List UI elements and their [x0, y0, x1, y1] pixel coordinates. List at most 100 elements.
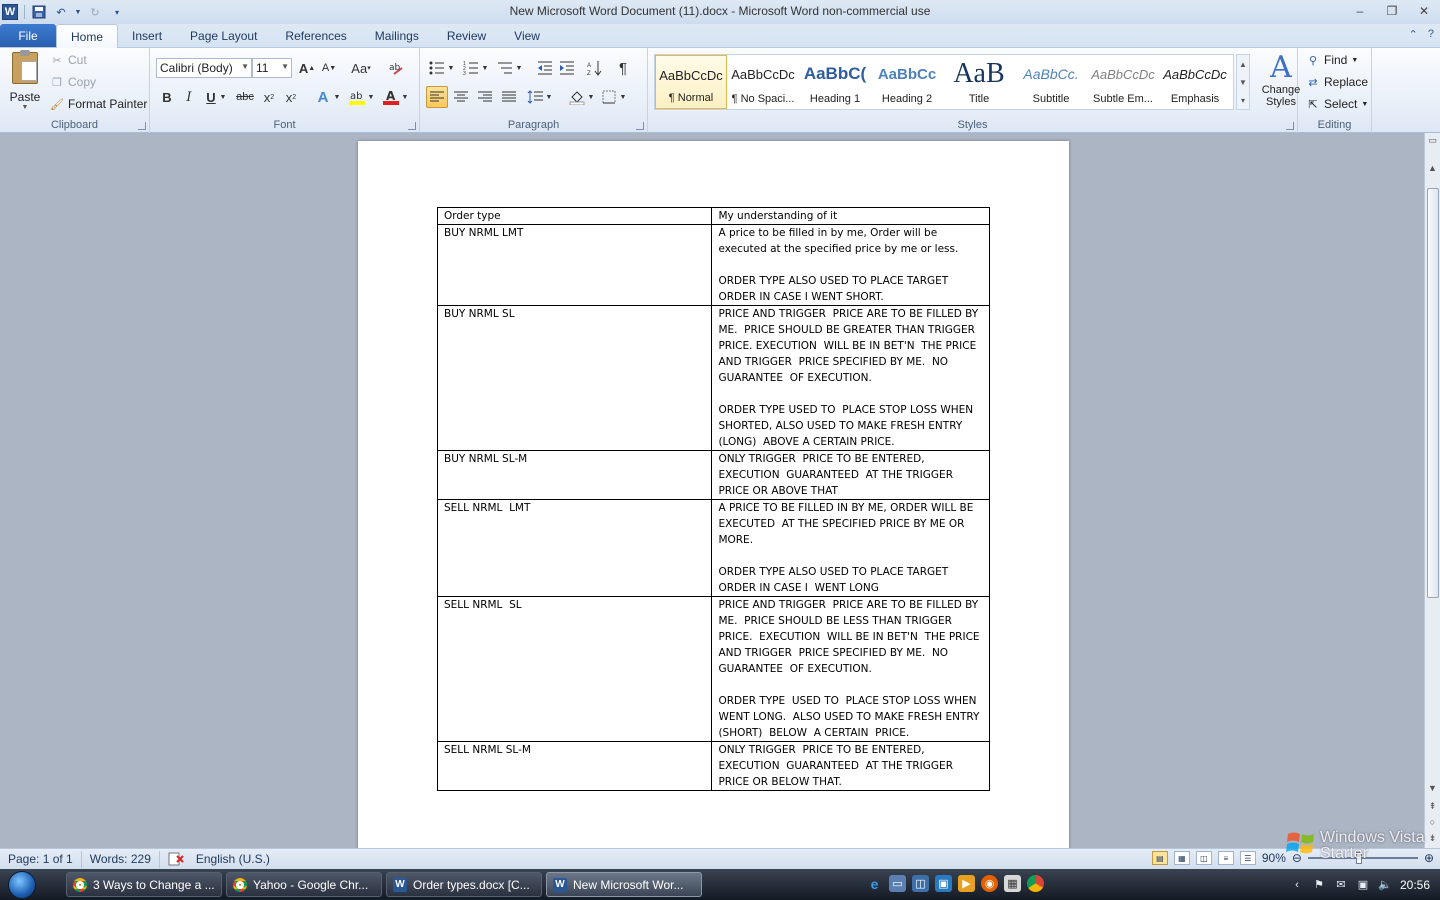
minimize-button[interactable]: ‒ [1344, 0, 1376, 22]
order-types-table[interactable]: Order type My understanding of it BUY NR… [436, 207, 990, 791]
redo-icon[interactable]: ↻ [87, 4, 103, 20]
superscript-icon[interactable]: x2 [280, 86, 302, 108]
line-spacing-dropdown-icon[interactable]: ▼ [544, 86, 554, 108]
customize-qat-icon[interactable]: ▾ [109, 4, 125, 20]
language-indicator[interactable]: English (U.S.) [188, 851, 278, 868]
paragraph-launcher-icon[interactable] [636, 122, 644, 130]
show-formatting-icon[interactable]: ¶ [612, 57, 634, 79]
replace-button[interactable]: ⇄ Replace [1306, 72, 1368, 92]
next-page-icon[interactable]: ⇟ [1426, 833, 1439, 844]
word-app-icon[interactable]: W [2, 4, 18, 20]
style-title[interactable]: AaB Title [943, 55, 1015, 109]
show-desktop-icon[interactable]: ▭ [889, 875, 906, 892]
draft-icon[interactable]: ☰ [1239, 851, 1256, 865]
taskbar-button-word-1[interactable]: W Order types.docx [C... [386, 872, 542, 897]
numbering-icon[interactable]: 123 [460, 57, 482, 79]
style-emphasis[interactable]: AaBbCcDc Emphasis [1159, 55, 1231, 109]
style-heading-1[interactable]: AaBbC( Heading 1 [799, 55, 871, 109]
chevron-down-icon[interactable]: ▼ [1239, 78, 1247, 87]
scroll-down-icon[interactable]: ▼ [1426, 783, 1439, 793]
table-cell[interactable]: A price to be filled in by me, Order wil… [711, 224, 990, 306]
find-button[interactable]: ⚲ Find ▼ [1306, 50, 1358, 70]
taskbar-button-chrome-2[interactable]: Yahoo - Google Chr... [226, 872, 382, 897]
word-count[interactable]: Words: 229 [82, 850, 160, 868]
increase-indent-icon[interactable] [556, 57, 578, 79]
multilevel-dropdown-icon[interactable]: ▼ [514, 57, 524, 79]
table-cell[interactable]: SELL NRML SL-M [436, 741, 713, 791]
bullets-icon[interactable] [426, 57, 448, 79]
zoom-out-icon[interactable]: ⊖ [1292, 851, 1302, 865]
tab-file[interactable]: File [0, 24, 56, 47]
scroll-up-icon[interactable]: ▲ [1426, 163, 1439, 173]
styles-gallery-scroll[interactable]: ▲ ▼ ▾ [1236, 54, 1250, 110]
justify-icon[interactable] [498, 86, 520, 108]
select-button[interactable]: ⇱ Select ▼ [1306, 94, 1368, 114]
table-cell[interactable]: SELL NRML SL [436, 596, 713, 742]
shrink-font-icon[interactable]: A ▼ [318, 57, 340, 79]
cut-button[interactable]: ✂ Cut [50, 50, 86, 70]
table-cell[interactable]: BUY NRML LMT [436, 224, 713, 306]
paste-button[interactable]: Paste ▼ [6, 50, 44, 114]
vertical-scrollbar[interactable]: ▭ ▲ ▼ ⇞ ○ ⇟ [1424, 133, 1440, 848]
highlight-dropdown-icon[interactable]: ▼ [366, 86, 376, 108]
network-icon[interactable]: ▣ [1356, 878, 1370, 892]
scrollbar-thumb[interactable] [1427, 188, 1439, 598]
ruler-toggle-icon[interactable]: ▭ [1426, 135, 1439, 163]
tab-mailings[interactable]: Mailings [361, 24, 433, 47]
align-right-icon[interactable] [474, 86, 496, 108]
format-painter-button[interactable]: 🖌 Format Painter [50, 94, 147, 114]
style-normal[interactable]: AaBbCcDc ¶ Normal [655, 55, 727, 109]
table-cell[interactable]: SELL NRML LMT [436, 499, 713, 597]
web-layout-icon[interactable]: ◫ [1195, 851, 1212, 865]
start-button[interactable] [0, 869, 44, 900]
previous-page-icon[interactable]: ⇞ [1426, 801, 1439, 812]
font-color-icon[interactable]: A [380, 86, 402, 108]
restore-button[interactable]: ❐ [1376, 0, 1408, 22]
page-count[interactable]: Page: 1 of 1 [0, 850, 82, 868]
document-workspace[interactable]: Order type My understanding of it BUY NR… [0, 133, 1424, 848]
sort-icon[interactable]: AZ [584, 57, 606, 79]
highlight-icon[interactable]: ab [346, 86, 368, 108]
align-left-icon[interactable] [426, 86, 448, 108]
close-button[interactable]: ✕ [1408, 0, 1440, 22]
styles-launcher-icon[interactable] [1286, 122, 1294, 130]
taskbar-button-chrome-1[interactable]: 3 Ways to Change a ... [66, 872, 222, 897]
calculator-icon[interactable]: ▦ [1004, 875, 1021, 892]
document-page[interactable]: Order type My understanding of it BUY NR… [358, 141, 1069, 848]
table-cell[interactable]: My understanding of it [711, 207, 990, 225]
volume-icon[interactable]: 🔈 [1378, 878, 1392, 892]
borders-dropdown-icon[interactable]: ▼ [618, 86, 628, 108]
zoom-in-icon[interactable]: ⊕ [1424, 851, 1434, 865]
bullets-dropdown-icon[interactable]: ▼ [446, 57, 456, 79]
chrome-icon[interactable] [1027, 875, 1044, 892]
style-heading-2[interactable]: AaBbCc Heading 2 [871, 55, 943, 109]
numbering-dropdown-icon[interactable]: ▼ [480, 57, 490, 79]
align-center-icon[interactable] [450, 86, 472, 108]
font-launcher-icon[interactable] [408, 122, 416, 130]
firefox-icon[interactable]: ◉ [981, 875, 998, 892]
underline-dropdown-icon[interactable]: ▼ [218, 86, 228, 108]
browse-object-icon[interactable]: ○ [1426, 817, 1439, 827]
change-case-icon[interactable]: Aa ▾ [348, 57, 374, 79]
tab-references[interactable]: References [271, 24, 360, 47]
more-styles-icon[interactable]: ▾ [1241, 96, 1245, 105]
bold-icon[interactable]: B [156, 86, 178, 108]
copy-button[interactable]: ❐ Copy [50, 72, 96, 92]
undo-icon[interactable]: ↶ [53, 4, 69, 20]
font-size-combo[interactable]: 11 ▼ [252, 58, 292, 78]
table-cell[interactable]: Order type [436, 207, 713, 225]
table-cell[interactable]: BUY NRML SL-M [436, 450, 713, 500]
zoom-slider[interactable] [1307, 852, 1418, 864]
table-cell[interactable]: A PRICE TO BE FILLED IN BY ME, ORDER WIL… [711, 499, 990, 597]
print-layout-icon[interactable]: ▤ [1151, 851, 1168, 865]
table-cell[interactable]: BUY NRML SL [436, 305, 713, 451]
italic-icon[interactable]: I [178, 86, 200, 108]
tab-home[interactable]: Home [56, 24, 119, 48]
tab-insert[interactable]: Insert [118, 24, 176, 47]
clear-formatting-icon[interactable]: ab [386, 57, 408, 79]
switch-windows-icon[interactable]: ◫ [912, 875, 929, 892]
multilevel-list-icon[interactable] [494, 57, 516, 79]
text-effects-dropdown-icon[interactable]: ▼ [332, 86, 342, 108]
taskbar-button-word-2[interactable]: W New Microsoft Wor... [546, 872, 702, 897]
style-subtle-emphasis[interactable]: AaBbCcDc Subtle Em... [1087, 55, 1159, 109]
